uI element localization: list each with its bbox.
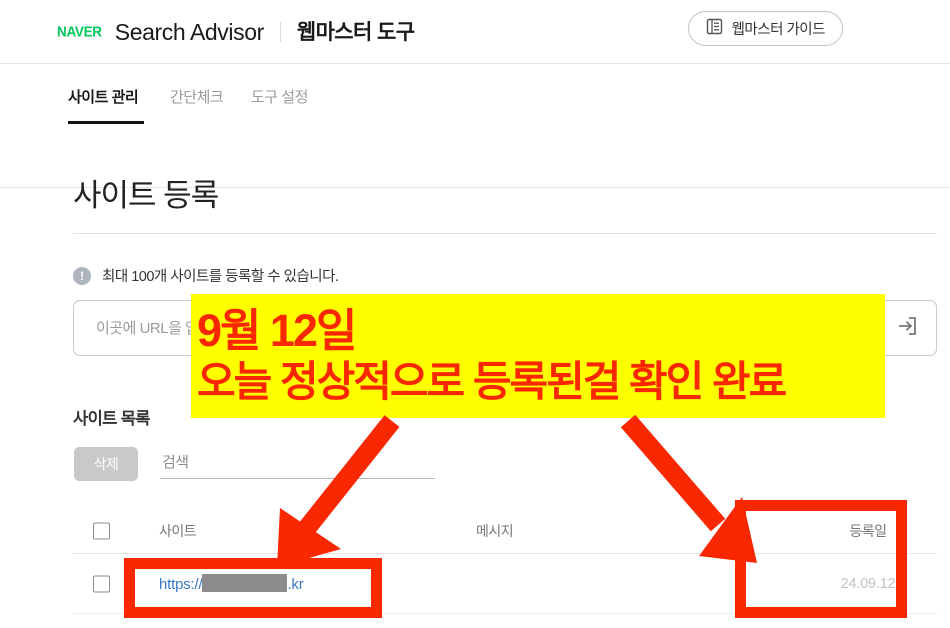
column-header-message[interactable]: 메시지 — [476, 521, 514, 541]
tab-simple-check[interactable]: 간단체크 — [170, 64, 224, 124]
column-header-date[interactable]: 등록일 — [808, 521, 928, 541]
webmaster-guide-button[interactable]: 웹마스터 가이드 — [687, 11, 843, 46]
page-root: NAVER Search Advisor 웹마스터 도구 웹마스터 가이드 사이… — [0, 0, 950, 628]
row-checkbox[interactable] — [93, 575, 110, 592]
url-submit-button[interactable] — [877, 300, 937, 356]
title-divider — [73, 233, 937, 234]
tab-site-management[interactable]: 사이트 관리 — [68, 64, 139, 124]
site-url-suffix: .kr — [287, 575, 304, 593]
enter-arrow-box-icon — [896, 315, 918, 342]
site-list-title: 사이트 목록 — [73, 410, 150, 428]
webmaster-guide-label: 웹마스터 가이드 — [731, 22, 826, 38]
select-all-checkbox-cell[interactable] — [93, 522, 110, 539]
site-url-link[interactable]: https:// .kr — [159, 573, 304, 593]
site-url-redaction — [202, 573, 288, 592]
row-checkbox-cell[interactable] — [93, 575, 110, 592]
table-header-row: 사이트 메시지 등록일 — [73, 508, 937, 554]
table-row: https:// .kr 24.09.12 — [73, 554, 937, 614]
brand-area[interactable]: NAVER Search Advisor 웹마스터 도구 — [57, 14, 415, 50]
url-register-row — [73, 300, 937, 356]
url-input[interactable] — [73, 300, 864, 356]
product-subtitle: 웹마스터 도구 — [296, 20, 415, 44]
cell-date: 24.09.12 — [840, 575, 896, 592]
cell-site[interactable]: https:// .kr — [159, 573, 304, 594]
select-all-checkbox[interactable] — [93, 522, 110, 539]
info-exclamation-icon: ! — [73, 266, 91, 285]
active-tab-underline — [68, 121, 144, 124]
notice-text: 최대 100개 사이트를 등록할 수 있습니다. — [102, 269, 339, 285]
tab-tool-settings[interactable]: 도구 설정 — [251, 64, 308, 124]
book-grid-icon — [706, 18, 723, 40]
page-title: 사이트 등록 — [73, 178, 219, 213]
site-list-table: 사이트 메시지 등록일 https:// .kr 24.09.12 — [73, 508, 937, 614]
notice-row: ! 최대 100개 사이트를 등록할 수 있습니다. — [73, 265, 339, 286]
naver-logo: NAVER — [57, 23, 102, 41]
site-url-prefix: https:// — [159, 575, 203, 593]
site-header: NAVER Search Advisor 웹마스터 도구 웹마스터 가이드 — [0, 0, 950, 64]
brand-separator — [279, 22, 281, 42]
product-title: Search Advisor — [114, 18, 264, 45]
delete-button[interactable]: 삭제 — [74, 447, 138, 481]
search-input[interactable] — [160, 447, 435, 479]
search-field-wrap — [160, 447, 435, 484]
column-header-site[interactable]: 사이트 — [159, 521, 197, 541]
highlight-line-2: 오늘 정상적으로 등록된걸 확인 완료 — [197, 358, 787, 405]
nav-tabs: 사이트 관리 간단체크 도구 설정 — [0, 64, 950, 188]
